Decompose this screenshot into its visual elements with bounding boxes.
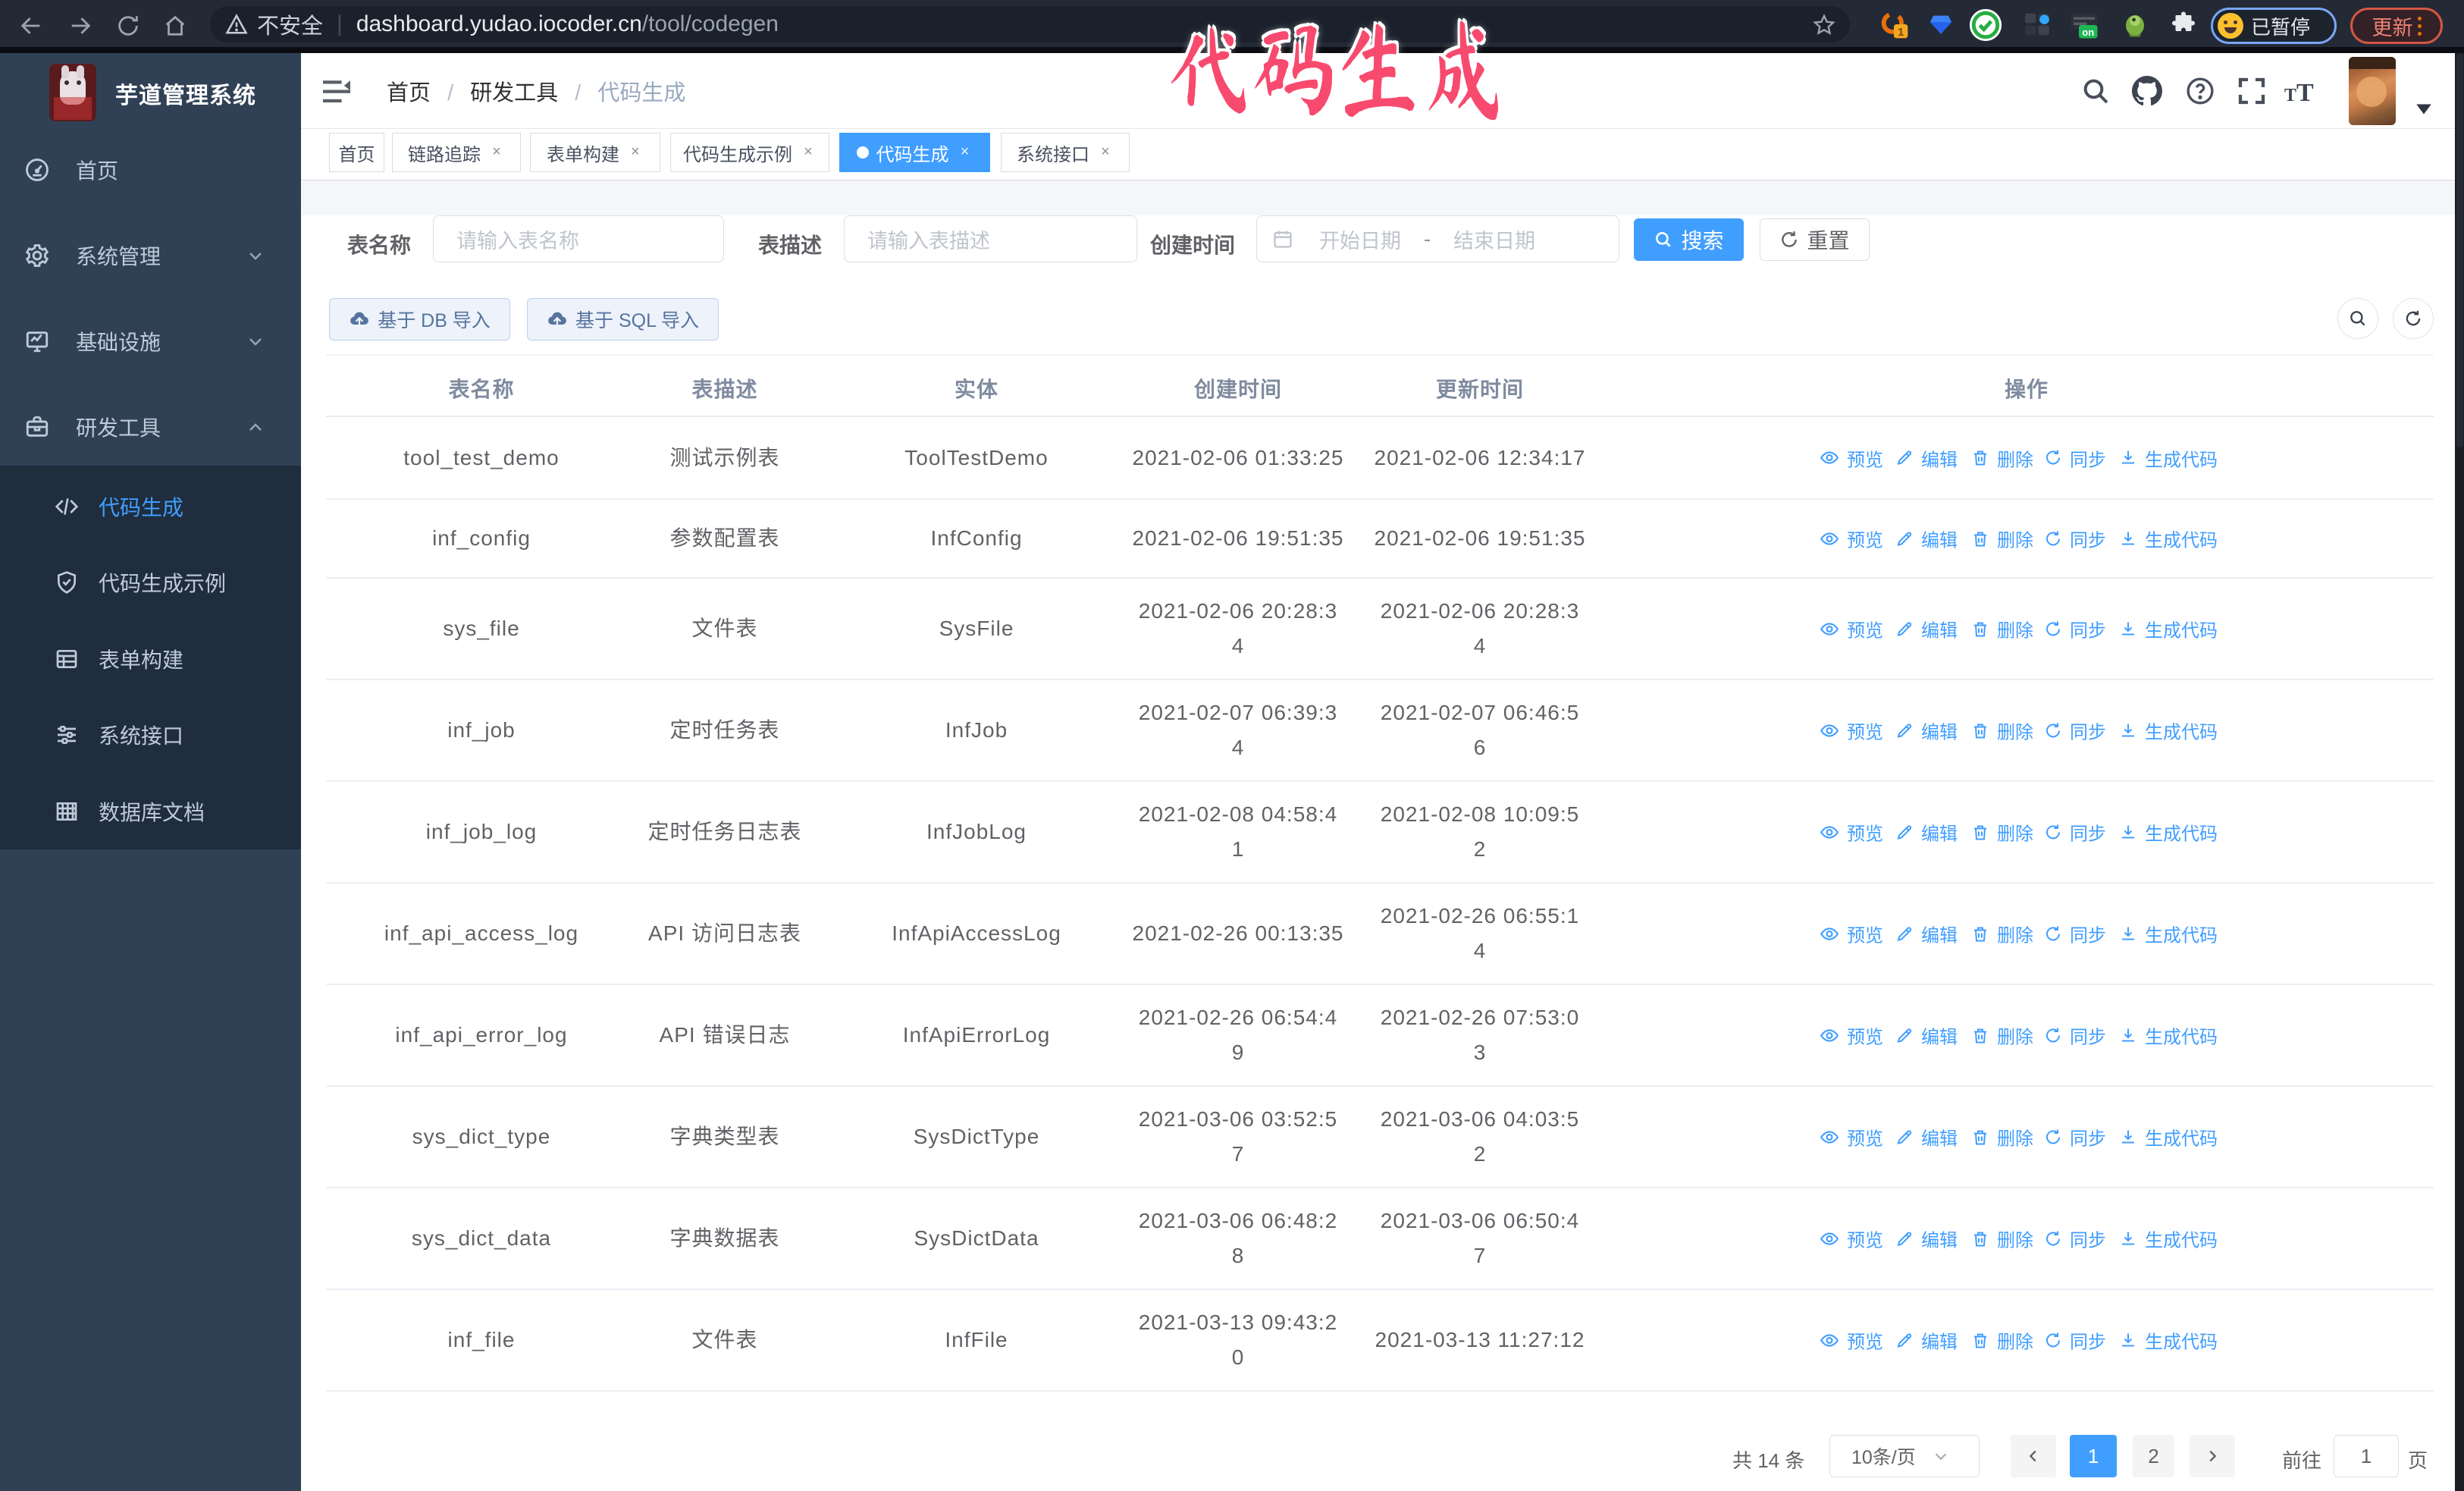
svg-text:1: 1 (1898, 26, 1904, 39)
svg-text:on: on (2082, 27, 2094, 38)
